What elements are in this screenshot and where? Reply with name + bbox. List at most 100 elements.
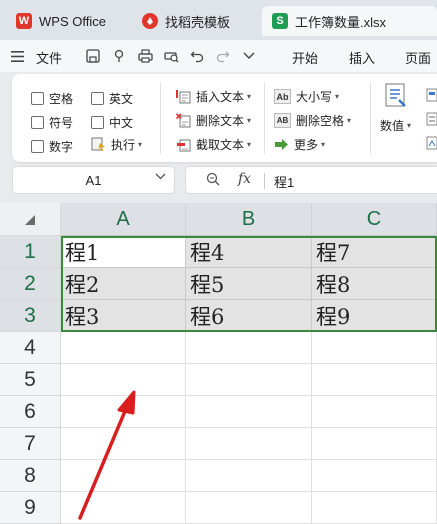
checkbox-box[interactable] xyxy=(31,92,44,105)
row-header-1[interactable]: 1 xyxy=(0,236,61,268)
fx-icon[interactable]: fx xyxy=(238,171,251,187)
cell-c4[interactable] xyxy=(312,332,437,364)
cell-c8[interactable] xyxy=(312,460,437,492)
row-header-9[interactable]: 9 xyxy=(0,492,61,524)
tab-wps-office[interactable]: W WPS Office xyxy=(6,6,124,36)
chevron-down-icon: ▾ xyxy=(321,140,326,149)
cell-b4[interactable] xyxy=(186,332,312,364)
cell-a7[interactable] xyxy=(61,428,186,460)
row-header-8[interactable]: 8 xyxy=(0,460,61,492)
cell-b5[interactable] xyxy=(186,364,312,396)
column-header-a[interactable]: A xyxy=(61,203,186,236)
tab-workbook[interactable]: S 工作簿数量.xlsx xyxy=(262,6,437,36)
more-button[interactable]: 更多 ▾ xyxy=(274,136,325,153)
select-all-corner[interactable] xyxy=(0,203,61,236)
name-box[interactable]: A1 xyxy=(12,166,175,194)
checkbox-box[interactable] xyxy=(31,140,44,153)
spreadsheet-s-icon: S xyxy=(272,13,288,29)
checkbox-box[interactable] xyxy=(91,92,104,105)
docer-icon xyxy=(142,13,158,29)
chevron-down-icon: ▾ xyxy=(407,121,412,130)
cell-c6[interactable] xyxy=(312,396,437,428)
hamburger-menu-icon[interactable] xyxy=(8,47,26,65)
cell-a6[interactable] xyxy=(61,396,186,428)
chevron-down-icon[interactable] xyxy=(155,172,166,183)
cell-b9[interactable] xyxy=(186,492,312,524)
checkbox-box[interactable] xyxy=(91,116,104,129)
english-checkbox[interactable]: 英文 xyxy=(91,90,133,107)
menu-insert[interactable]: 插入 xyxy=(349,48,375,67)
chinese-label: 中文 xyxy=(109,116,134,130)
delete-text-button[interactable]: 删除文本 ▾ xyxy=(176,112,251,129)
number-label: 数字 xyxy=(49,140,74,154)
share-icon[interactable] xyxy=(110,47,128,65)
chevron-down-icon[interactable] xyxy=(240,47,258,65)
cell-b1[interactable]: 程4 xyxy=(186,236,312,268)
menu-file[interactable]: 文件 xyxy=(36,48,62,67)
row-header-7[interactable]: 7 xyxy=(0,428,61,460)
row-header-6[interactable]: 6 xyxy=(0,396,61,428)
chevron-down-icon: ▾ xyxy=(138,140,143,149)
symbol-checkbox[interactable]: 符号 xyxy=(31,114,73,131)
row-header-2[interactable]: 2 xyxy=(0,268,61,300)
column-header-b[interactable]: B xyxy=(186,203,312,236)
partial-tool-icon-1[interactable] xyxy=(426,88,437,102)
cell-a4[interactable] xyxy=(61,332,186,364)
cell-a2[interactable]: 程2 xyxy=(61,268,186,300)
formula-input[interactable]: fx 程1 xyxy=(185,166,437,194)
redo-icon[interactable] xyxy=(214,47,232,65)
space-label: 空格 xyxy=(49,92,74,106)
wps-logo-icon: W xyxy=(16,13,32,29)
save-icon[interactable] xyxy=(84,47,102,65)
english-label: 英文 xyxy=(109,92,134,106)
execute-button[interactable]: 执行 ▾ xyxy=(91,136,142,153)
partial-tool-icon-2[interactable] xyxy=(426,112,437,126)
insert-text-icon xyxy=(176,89,191,104)
partial-tool-icon-3[interactable] xyxy=(426,136,437,150)
tab-label: 工作簿数量.xlsx xyxy=(295,14,387,30)
menu-page[interactable]: 页面 xyxy=(405,48,431,67)
cell-c2[interactable]: 程8 xyxy=(312,268,437,300)
chinese-checkbox[interactable]: 中文 xyxy=(91,114,133,131)
cell-b7[interactable] xyxy=(186,428,312,460)
cell-b6[interactable] xyxy=(186,396,312,428)
row-header-4[interactable]: 4 xyxy=(0,332,61,364)
delete-text-icon xyxy=(176,113,191,128)
column-header-c[interactable]: C xyxy=(312,203,437,236)
print-icon[interactable] xyxy=(136,47,154,65)
print-preview-icon[interactable] xyxy=(162,47,180,65)
chevron-down-icon: ▾ xyxy=(247,140,252,149)
cell-a3[interactable]: 程3 xyxy=(61,300,186,332)
numeric-icon xyxy=(383,82,409,113)
numeric-button[interactable]: 数值 ▾ xyxy=(380,82,411,134)
case-button[interactable]: Ab 大小写 ▾ xyxy=(274,88,339,105)
cell-b8[interactable] xyxy=(186,460,312,492)
cell-c7[interactable] xyxy=(312,428,437,460)
cell-c3[interactable]: 程9 xyxy=(312,300,437,332)
undo-icon[interactable] xyxy=(188,47,206,65)
row-header-5[interactable]: 5 xyxy=(0,364,61,396)
zoom-search-icon[interactable] xyxy=(206,172,220,189)
insert-text-button[interactable]: 插入文本 ▾ xyxy=(176,88,251,105)
cell-c9[interactable] xyxy=(312,492,437,524)
cell-a8[interactable] xyxy=(61,460,186,492)
spreadsheet-grid: A B C 1 2 3 4 5 6 7 8 9 程1 程4 程7 程2 程5 程… xyxy=(0,203,437,524)
execute-label: 执行 xyxy=(111,138,136,152)
cell-b3[interactable]: 程6 xyxy=(186,300,312,332)
tab-docer-templates[interactable]: 找稻壳模板 xyxy=(132,6,256,36)
formula-value[interactable]: 程1 xyxy=(274,172,294,191)
delete-space-button[interactable]: AB 删除空格 ▾ xyxy=(274,112,351,129)
row-header-3[interactable]: 3 xyxy=(0,300,61,332)
cell-c1[interactable]: 程7 xyxy=(312,236,437,268)
number-checkbox[interactable]: 数字 xyxy=(31,138,73,155)
cell-a5[interactable] xyxy=(61,364,186,396)
menu-home[interactable]: 开始 xyxy=(292,48,318,67)
cell-a9[interactable] xyxy=(61,492,186,524)
extract-text-button[interactable]: 截取文本 ▾ xyxy=(176,136,251,153)
ribbon-panel: 空格 英文 符号 中文 数字 执行 ▾ 插入文本 ▾ 删除文本 ▾ 截取文本 ▾… xyxy=(12,74,437,162)
cell-b2[interactable]: 程5 xyxy=(186,268,312,300)
cell-a1[interactable]: 程1 xyxy=(61,236,186,268)
cell-c5[interactable] xyxy=(312,364,437,396)
checkbox-box[interactable] xyxy=(31,116,44,129)
space-checkbox[interactable]: 空格 xyxy=(31,90,73,107)
